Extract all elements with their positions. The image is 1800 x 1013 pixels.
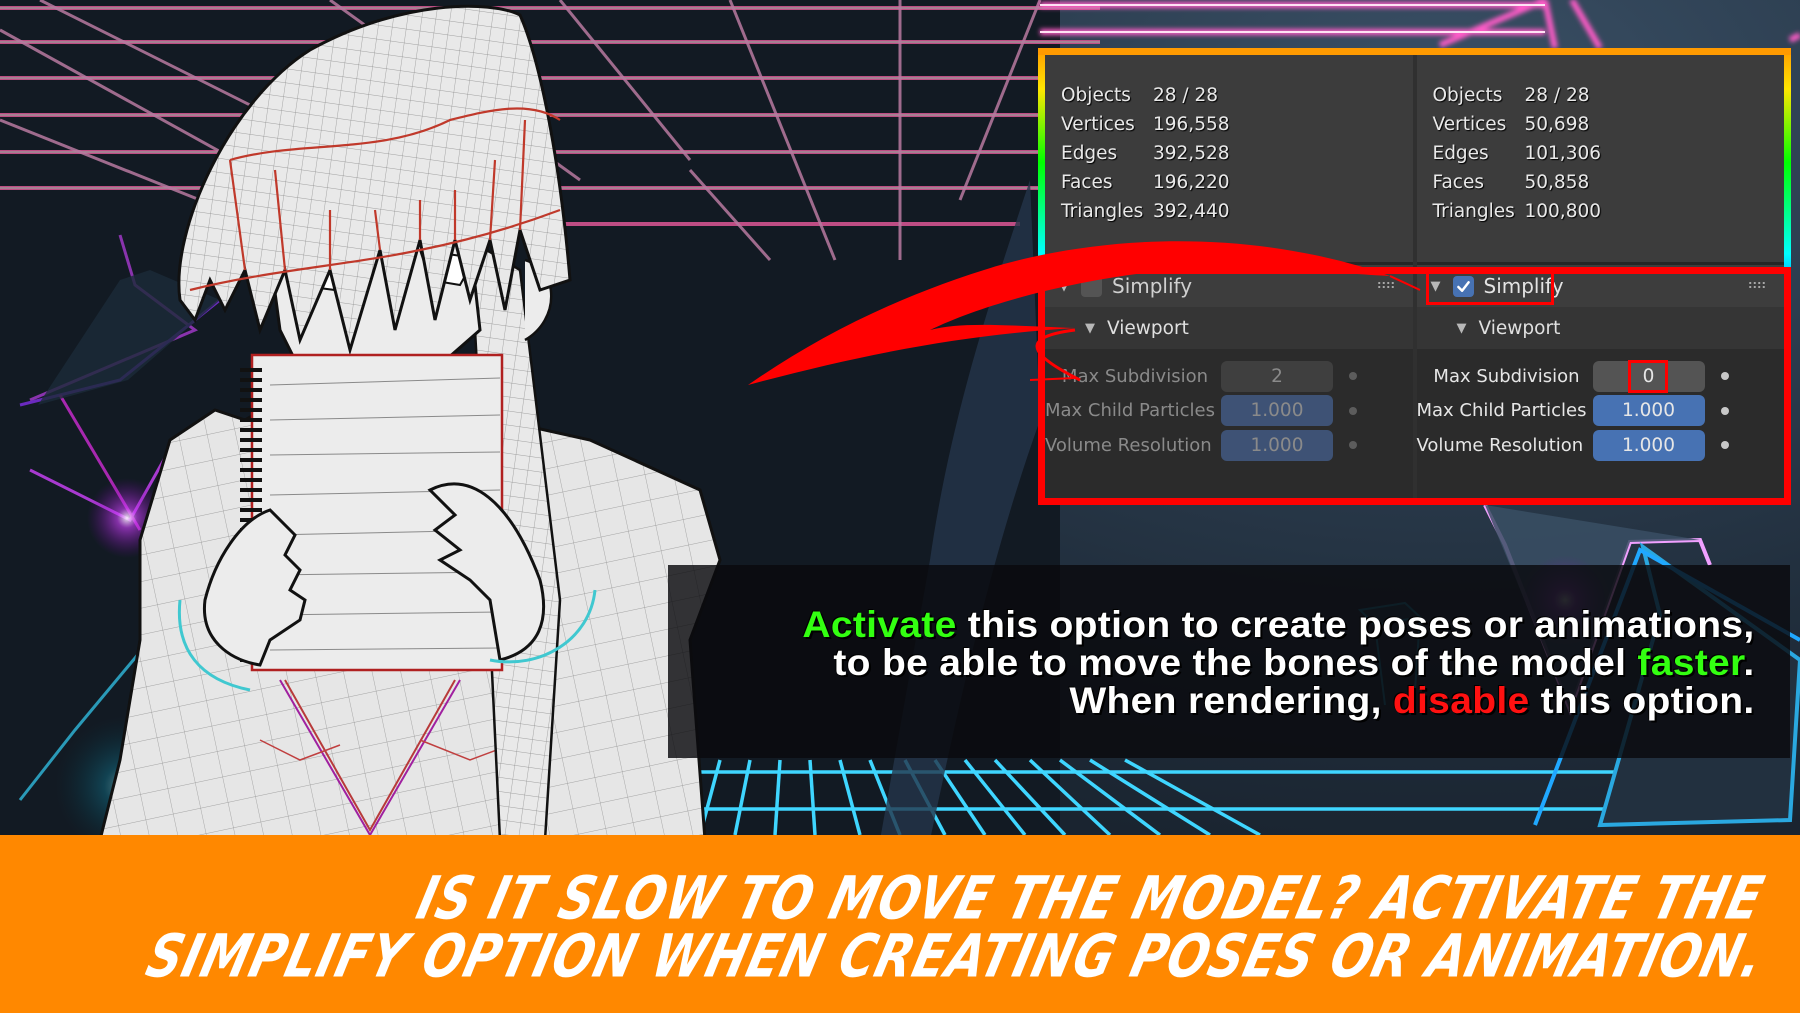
stat-label: Edges [1432,143,1489,164]
grip-dots-icon[interactable] [1376,281,1395,289]
stat-value: 196,220 [1153,172,1230,193]
stat-value: 50,858 [1524,172,1590,193]
property-row: Volume Resolution 1.000 [1417,428,1785,463]
property-label: Max Child Particles [1416,400,1587,422]
scene-statistics: Objects 28 / 28 Vertices 50,698 Edges 101,3… [1416,55,1785,265]
stat-row: Objects 28 / 28 [1061,81,1413,110]
callout-text-segment: . [1742,641,1754,683]
callout-line-3: When rendering, disable this option. [802,681,1754,719]
title-banner: Is it slow to move the model? Activate t… [0,835,1800,1013]
keyframe-dot-icon[interactable] [1720,441,1729,450]
property-row: Max Subdivision 2 [1045,359,1413,394]
stat-value: 28 / 28 [1524,85,1590,106]
character-wireframe-illustration [98,4,722,840]
property-row: Volume Resolution 1.000 [1045,428,1413,463]
highlight-faster: faster [1636,641,1743,683]
panel-simplify-off: Objects 28 / 28 Vertices 196,558 Edges 392,… [1045,55,1413,498]
simplify-section-header[interactable]: ▼ Simplify [1416,265,1784,307]
keyframe-dot-icon[interactable] [1720,372,1729,381]
subsection-title: Viewport [1478,317,1561,339]
volume-resolution-slider[interactable]: 1.000 [1221,429,1333,461]
property-label: Volume Resolution [1416,434,1584,456]
property-label: Max Child Particles [1045,400,1215,422]
property-label: Volume Resolution [1045,434,1212,456]
explanation-callout: Activate this option to create poses or … [668,565,1790,758]
thumbnail-canvas: Objects 28 / 28 Vertices 196,558 Edges 392,… [0,0,1800,1013]
simplify-checkbox[interactable] [1081,275,1102,297]
viewport-properties: Max Subdivision 2 Max Child Particles 1.… [1045,349,1413,498]
stat-row: Edges 392,528 [1061,139,1413,168]
grip-dots-icon[interactable] [1748,281,1766,289]
stat-value: 100,800 [1524,201,1602,222]
callout-text-segment: When rendering, [1068,679,1393,721]
stat-label: Vertices [1061,114,1135,135]
stat-label: Edges [1061,143,1118,164]
volume-resolution-slider[interactable]: 1.000 [1592,429,1705,461]
highlight-activate: Activate [801,603,957,645]
highlight-disable: disable [1392,679,1529,721]
blender-comparison-panel: Objects 28 / 28 Vertices 196,558 Edges 392,… [1038,55,1791,505]
max-subdivision-field[interactable]: 0 [1592,359,1705,393]
stat-label: Faces [1061,172,1113,193]
viewport-subsection-header[interactable]: ▼ Viewport [1045,307,1413,349]
highlight-box-simplify [1425,269,1554,305]
scene-statistics: Objects 28 / 28 Vertices 196,558 Edges 392,… [1045,55,1413,265]
stat-row: Faces 196,220 [1061,168,1413,197]
simplify-section-header[interactable]: ▼ Simplify [1045,265,1413,307]
callout-text: Activate this option to create poses or … [802,605,1754,719]
stat-label: Objects [1061,85,1131,106]
panel-simplify-on: Objects 28 / 28 Vertices 50,698 Edges 101,3… [1416,55,1785,498]
triangle-down-icon[interactable]: ▼ [1085,321,1107,336]
callout-text-segment: this option to create poses or animation… [956,603,1754,645]
stat-label: Faces [1432,172,1484,193]
stat-label: Vertices [1432,114,1507,135]
keyframe-dot-icon[interactable] [1349,441,1357,450]
stat-label: Triangles [1432,201,1515,222]
callout-text-segment: to be able to move the bones of the mode… [832,641,1637,683]
property-row: Max Child Particles 1.000 [1045,394,1413,429]
triangle-down-icon[interactable]: ▼ [1457,321,1479,336]
max-child-particles-slider[interactable]: 1.000 [1221,395,1333,427]
stat-row: Vertices 196,558 [1061,110,1413,139]
highlight-box-value [1627,359,1668,393]
max-child-particles-slider[interactable]: 1.000 [1592,395,1705,427]
stat-value: 196,558 [1153,114,1230,135]
stat-value: 392,440 [1153,201,1230,222]
stat-value: 101,306 [1524,143,1602,164]
callout-line-2: to be able to move the bones of the mode… [802,643,1754,681]
stat-value: 28 / 28 [1153,85,1219,106]
stat-label: Triangles [1061,201,1144,222]
banner-title-line-2: Simplify option when creating poses or a… [139,922,1771,992]
stat-value: 50,698 [1524,114,1590,135]
viewport-subsection-header[interactable]: ▼ Viewport [1416,307,1784,349]
stat-row: Triangles 392,440 [1061,197,1413,226]
callout-text-segment: this option. [1528,679,1754,721]
property-label: Max Subdivision [1061,365,1208,387]
stat-row: Triangles 100,800 [1433,197,1785,226]
stat-row: Faces 50,858 [1433,168,1785,197]
stat-row: Objects 28 / 28 [1433,81,1785,110]
property-row: Max Child Particles 1.000 [1417,394,1785,429]
keyframe-dot-icon[interactable] [1349,372,1357,381]
section-title: Simplify [1112,274,1193,298]
triangle-down-icon[interactable]: ▼ [1059,279,1081,294]
property-row: Max Subdivision 0 [1417,359,1785,394]
property-label: Max Subdivision [1433,365,1580,387]
subsection-title: Viewport [1107,317,1189,339]
stat-value: 392,528 [1153,143,1230,164]
viewport-properties: Max Subdivision 0 Max Child Particles 1.… [1416,349,1785,498]
callout-line-1: Activate this option to create poses or … [802,605,1754,643]
keyframe-dot-icon[interactable] [1349,406,1357,415]
rainbow-panel-frame: Objects 28 / 28 Vertices 196,558 Edges 392,… [1038,48,1791,505]
keyframe-dot-icon[interactable] [1720,406,1729,415]
stat-row: Edges 101,306 [1433,139,1785,168]
stat-row: Vertices 50,698 [1433,110,1785,139]
stat-label: Objects [1432,85,1503,106]
max-subdivision-field[interactable]: 2 [1221,360,1333,392]
